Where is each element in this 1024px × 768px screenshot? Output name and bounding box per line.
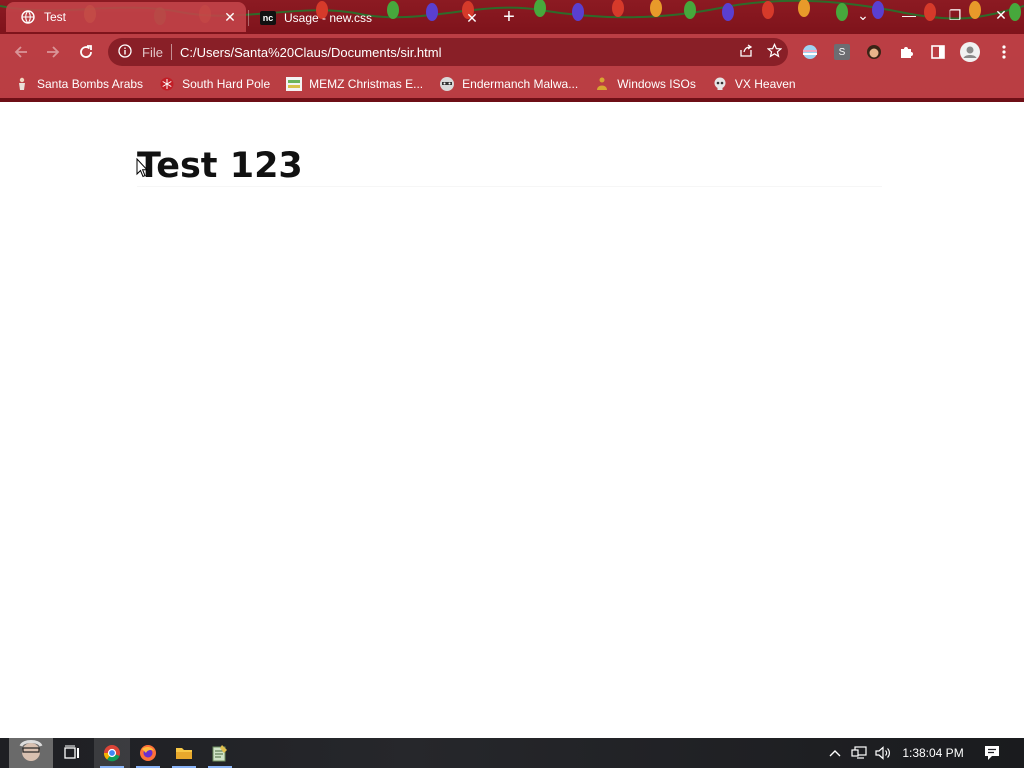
task-view-button[interactable] <box>54 738 90 768</box>
bookmark-memz-christmas[interactable]: MEMZ Christmas E... <box>286 76 423 92</box>
notepad-taskbar-button[interactable] <box>202 738 238 768</box>
profile-icon[interactable] <box>958 40 982 64</box>
arrow-right-icon <box>47 46 60 58</box>
network-icon <box>851 746 867 759</box>
chrome-icon <box>103 745 120 762</box>
bookmark-vx-heaven[interactable]: VX Heaven <box>712 76 796 92</box>
s-extension-icon[interactable]: S <box>832 42 852 62</box>
volume-button[interactable] <box>872 738 894 768</box>
kebab-menu-icon[interactable] <box>994 42 1014 62</box>
tab-separator <box>248 10 249 26</box>
buddha-icon <box>594 76 610 92</box>
url-text[interactable]: C:/Users/Santa%20Claus/Documents/sir.htm… <box>180 45 732 60</box>
share-icon[interactable] <box>732 43 760 61</box>
bookmark-windows-isos[interactable]: Windows ISOs <box>594 76 696 92</box>
tab-usage-new-css[interactable]: nc Usage - new.css ✕ <box>252 4 488 32</box>
bookmark-south-hard-pole[interactable]: South Hard Pole <box>159 76 270 92</box>
striped-extension-icon[interactable] <box>800 42 820 62</box>
page-heading: Test 123 <box>137 146 303 186</box>
bookmark-santa-bombs-arabs[interactable]: Santa Bombs Arabs <box>14 76 143 92</box>
nc-favicon-icon: nc <box>260 10 276 26</box>
back-button[interactable] <box>8 39 34 65</box>
task-view-icon <box>64 745 79 759</box>
avatar-extension-icon[interactable] <box>864 42 884 62</box>
forward-button[interactable] <box>40 39 66 65</box>
tab-test[interactable]: Test ✕ <box>6 2 246 32</box>
tab-close-icon[interactable]: ✕ <box>464 10 480 26</box>
tab-close-icon[interactable]: ✕ <box>222 9 238 25</box>
firefox-icon <box>140 745 156 761</box>
file-explorer-taskbar-button[interactable] <box>166 738 202 768</box>
page-content: Test 123 <box>0 102 1024 738</box>
reload-button[interactable] <box>73 39 99 65</box>
bookmarks-bar: Santa Bombs Arabs South Hard Pole MEMZ C… <box>0 70 1024 98</box>
chrome-taskbar-button[interactable] <box>94 738 130 768</box>
bookmark-star-icon[interactable] <box>760 42 788 61</box>
close-icon: ✕ <box>995 6 1007 23</box>
notification-icon <box>985 746 999 760</box>
side-panel-icon[interactable] <box>928 42 948 62</box>
info-icon[interactable] <box>118 43 136 61</box>
action-center-button[interactable] <box>980 738 1004 768</box>
toolbar: File C:/Users/Santa%20Claus/Documents/si… <box>0 34 1024 70</box>
folder-icon <box>176 748 192 759</box>
snowflake-icon <box>159 76 175 92</box>
speaker-icon <box>875 746 890 760</box>
reload-icon <box>80 45 92 58</box>
tab-search-button[interactable]: ⌄ <box>840 0 886 30</box>
skull-icon <box>712 76 728 92</box>
address-separator <box>170 44 172 60</box>
heading-divider <box>137 186 882 187</box>
memz-icon <box>286 76 303 92</box>
bookmark-endermanch-malware[interactable]: Endermanch Malwa... <box>439 76 578 92</box>
raccoon-icon <box>439 76 455 92</box>
restore-button[interactable]: ❐ <box>932 0 978 30</box>
chevron-down-icon: ⌄ <box>857 6 869 23</box>
firefox-taskbar-button[interactable] <box>130 738 166 768</box>
taskbar: 1:38:04 PM <box>0 738 1024 768</box>
network-button[interactable] <box>848 738 870 768</box>
taskbar-clock[interactable]: 1:38:04 PM <box>898 738 968 768</box>
close-window-button[interactable]: ✕ <box>978 0 1024 30</box>
figure-icon <box>14 76 30 92</box>
new-tab-button[interactable]: + <box>498 6 520 28</box>
globe-icon <box>20 9 36 25</box>
address-bar[interactable]: File C:/Users/Santa%20Claus/Documents/si… <box>108 38 788 66</box>
chevron-up-icon <box>829 750 841 757</box>
tab-title: Test <box>44 10 67 24</box>
restore-icon: ❐ <box>948 6 962 23</box>
notepad-icon <box>212 745 227 762</box>
arrow-left-icon <box>14 46 27 58</box>
show-hidden-icons-button[interactable] <box>824 738 846 768</box>
minimize-button[interactable]: — <box>886 0 932 30</box>
user-photo-start-button[interactable] <box>8 738 54 768</box>
puzzle-icon[interactable] <box>896 42 916 62</box>
scheme-label: File <box>142 44 163 60</box>
minimize-icon: — <box>902 7 916 23</box>
tab-title: Usage - new.css <box>284 11 373 25</box>
mouse-cursor-icon <box>136 158 148 178</box>
browser-chrome: Test ✕ nc Usage - new.css ✕ + ⌄ — ❐ ✕ Fi… <box>0 0 1024 102</box>
